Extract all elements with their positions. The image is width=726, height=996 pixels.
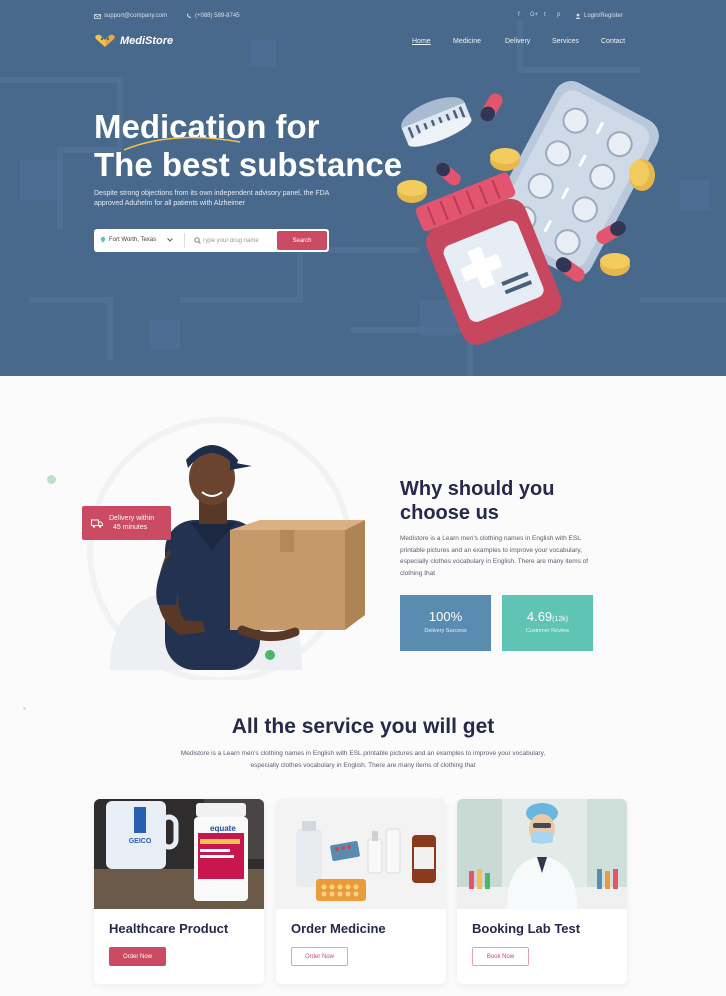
why-title-line2: choose us <box>400 502 499 524</box>
google-plus-icon[interactable]: G+ <box>530 12 538 18</box>
delivery-badge-line1: Delivery within <box>109 515 155 522</box>
phone-contact[interactable]: (+088) 589-8745 <box>186 13 240 19</box>
why-choose-text: Medistore is a Learn men's clothing name… <box>400 535 589 578</box>
book-now-button[interactable]: Book Now <box>472 947 529 966</box>
lab-test-image <box>457 799 627 909</box>
why-choose-title: Why should you choose us <box>400 477 600 525</box>
why-title-line1: Why should you <box>400 478 555 500</box>
phone-text: (+088) 589-8745 <box>195 13 240 19</box>
phone-icon <box>187 13 191 18</box>
location-select[interactable]: Fort Worth, Texas <box>100 236 173 243</box>
stat-label: Delivery Success <box>424 628 467 634</box>
main-navbar: MediStore Home Medicine Delivery Service… <box>94 33 634 53</box>
brand-name: MediStore <box>120 35 174 47</box>
healthcare-product-image: GEICO equate <box>94 799 264 909</box>
search-divider <box>184 233 185 248</box>
decor-dot <box>47 475 56 484</box>
order-now-button[interactable]: Order Now <box>291 947 348 966</box>
bottle-cap-illustration <box>401 97 472 147</box>
search-bar: Fort Worth, Texas Search <box>94 229 329 252</box>
nav-home[interactable]: Home <box>412 38 431 45</box>
medicine-illustration <box>397 81 659 345</box>
hero-subtitle: Despite strong objections from its own i… <box>94 190 330 207</box>
order-medicine-image <box>276 799 446 909</box>
top-bar: support@company.com (+088) 589-8745 f G+… <box>94 11 634 25</box>
login-register-text: Login/Register <box>584 13 623 19</box>
twitter-icon[interactable]: t <box>544 12 546 18</box>
location-text: Fort Worth, Texas <box>109 236 157 243</box>
mug-label-text: GEICO <box>129 838 152 845</box>
mail-icon <box>94 13 101 19</box>
nav-services[interactable]: Services <box>552 38 579 45</box>
card-title: Healthcare Product <box>109 921 229 936</box>
login-register-link[interactable]: Login/Register <box>575 13 623 19</box>
service-card-lab-test[interactable]: Booking Lab Test Book Now <box>457 799 627 984</box>
user-icon <box>575 13 581 19</box>
chevron-down-icon <box>167 237 173 242</box>
nav-contact[interactable]: Contact <box>601 38 625 45</box>
nav-delivery[interactable]: Delivery <box>505 38 530 45</box>
card-title: Order Medicine <box>291 921 386 936</box>
services-text: Medistore is a Learn men's clothing name… <box>180 750 546 769</box>
card-title: Booking Lab Test <box>472 921 581 936</box>
location-pin-icon <box>100 236 106 243</box>
heart-pill-logo-icon <box>95 34 115 47</box>
decor-dot <box>23 707 26 710</box>
stat-value: 100% <box>428 609 463 624</box>
hero-section: support@company.com (+088) 589-8745 f G+… <box>0 0 726 376</box>
truck-icon <box>91 519 103 528</box>
drug-search-input[interactable] <box>192 235 268 246</box>
service-card-healthcare[interactable]: GEICO equate Healthcare Product Order No… <box>94 799 264 984</box>
delivery-badge-text: Delivery within 45 minutes <box>109 514 154 532</box>
stat-delivery-success: 100% Delivery Success <box>400 595 491 651</box>
pinterest-icon[interactable]: p <box>557 12 560 18</box>
delivery-badge-line2: 45 minutes <box>113 524 148 531</box>
stat-label: Customer Review <box>525 628 570 634</box>
order-now-button[interactable]: Order Now <box>109 947 166 966</box>
search-button[interactable]: Search <box>277 231 327 250</box>
stat-customer-review: 4.69(12k) Customer Review <box>502 595 593 651</box>
email-text: support@company.com <box>104 13 168 19</box>
brand-logo[interactable]: MediStore <box>94 34 173 48</box>
product-label-text: equate <box>210 824 236 833</box>
delivery-time-badge: Delivery within 45 minutes <box>82 506 171 540</box>
title-swoosh-decoration <box>123 136 241 151</box>
nav-medicine[interactable]: Medicine <box>453 38 481 45</box>
stat-value: 4.69(12k) <box>526 609 569 624</box>
services-title: All the service you will get <box>231 715 495 738</box>
facebook-icon[interactable]: f <box>518 12 520 18</box>
service-card-order-medicine[interactable]: Order Medicine Order Now <box>276 799 446 984</box>
delivery-man-illustration <box>87 417 365 680</box>
email-contact[interactable]: support@company.com <box>94 13 167 19</box>
